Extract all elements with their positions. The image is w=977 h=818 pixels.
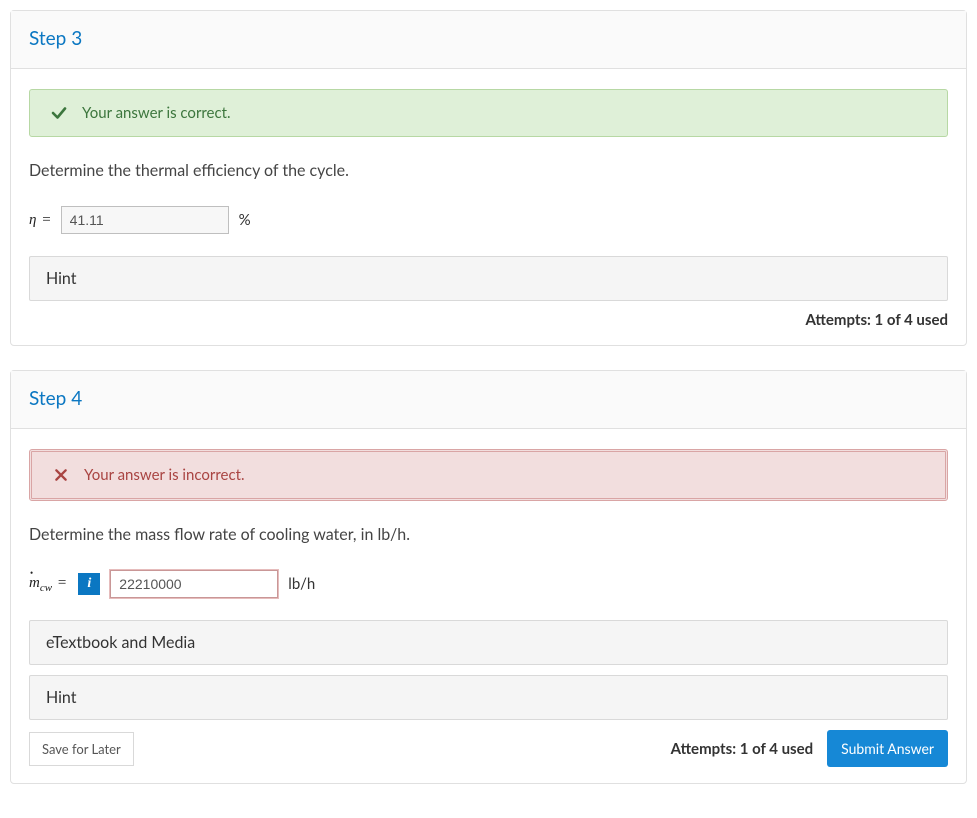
step3-variable: η = xyxy=(29,212,51,229)
hint-button[interactable]: Hint xyxy=(29,256,948,301)
etextbook-button[interactable]: eTextbook and Media xyxy=(29,620,948,665)
step4-card: Step 4 Your answer is incorrect. Determi… xyxy=(10,370,967,784)
step3-attempts: Attempts: 1 of 4 used xyxy=(805,311,948,329)
step4-title: Step 4 xyxy=(29,387,948,410)
step3-prompt: Determine the thermal efficiency of the … xyxy=(29,161,948,180)
hint-button[interactable]: Hint xyxy=(29,675,948,720)
step4-variable: mcw = xyxy=(29,575,66,594)
submit-answer-button[interactable]: Submit Answer xyxy=(827,730,948,767)
step3-feedback-text: Your answer is correct. xyxy=(82,104,231,122)
step4-unit: lb/h xyxy=(288,575,315,593)
step3-body: Your answer is correct. Determine the th… xyxy=(11,69,966,345)
step3-card: Step 3 Your answer is correct. Determine… xyxy=(10,10,967,346)
step3-header: Step 3 xyxy=(11,11,966,69)
step3-answer-input[interactable] xyxy=(61,206,229,234)
step3-answer-row: η = % xyxy=(29,206,948,234)
step3-feedback-correct: Your answer is correct. xyxy=(29,89,948,137)
step4-prompt: Determine the mass flow rate of cooling … xyxy=(29,525,948,544)
step4-body: Your answer is incorrect. Determine the … xyxy=(11,429,966,783)
step4-feedback-incorrect: Your answer is incorrect. xyxy=(29,449,948,501)
step4-attempts: Attempts: 1 of 4 used xyxy=(671,740,814,758)
step3-title: Step 3 xyxy=(29,27,948,50)
x-icon xyxy=(48,467,74,483)
step4-answer-row: mcw = i lb/h xyxy=(29,570,948,598)
step3-unit: % xyxy=(239,211,251,229)
step3-footer: Attempts: 1 of 4 used xyxy=(29,311,948,329)
step4-header: Step 4 xyxy=(11,371,966,429)
info-icon[interactable]: i xyxy=(78,573,100,595)
step4-footer: Save for Later Attempts: 1 of 4 used Sub… xyxy=(29,730,948,767)
check-icon xyxy=(46,104,72,122)
step4-feedback-text: Your answer is incorrect. xyxy=(84,466,245,484)
step4-answer-input[interactable] xyxy=(110,570,278,598)
save-for-later-button[interactable]: Save for Later xyxy=(29,732,134,766)
